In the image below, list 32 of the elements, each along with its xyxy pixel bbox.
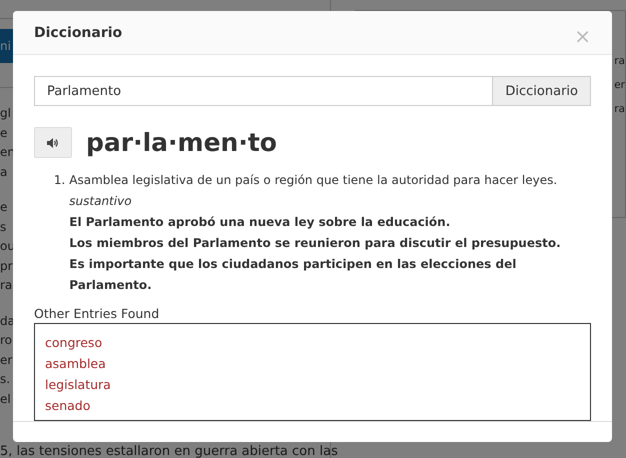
definition-number: 1.	[52, 172, 66, 189]
text-fragment: e	[0, 124, 8, 142]
text-fragment: pr	[0, 258, 13, 274]
entry-link[interactable]: legislatura	[45, 374, 111, 395]
example-sentence: Es importante que los ciudadanos participen en las elecciones del Parlamento.	[69, 256, 518, 294]
text-fragment: ra	[0, 277, 12, 294]
entry-link[interactable]: congreso	[45, 332, 102, 353]
text-fragment: er	[0, 352, 12, 368]
entry-link[interactable]: asamblea	[45, 353, 106, 374]
text-fragment: s	[0, 218, 6, 236]
dictionary-button[interactable]: Diccionario	[492, 76, 591, 106]
paragraph-text: 5, las tensiones estallaron en guerra abierta con las	[0, 445, 338, 458]
text-fragment: ra	[614, 54, 625, 69]
audio-button[interactable]	[34, 127, 72, 158]
headword: par·la·men·to	[86, 128, 277, 157]
text-fragment: er	[614, 78, 625, 93]
text-fragment: ro	[0, 332, 12, 349]
example-sentence: Los miembros del Parlamento se reunieron para discutir el presupuesto.	[69, 235, 562, 252]
entry-link[interactable]: senado	[45, 395, 90, 416]
example-sentence: El Parlamento aprobó una nueva ley sobre la educación.	[69, 214, 452, 231]
part-of-speech: sustantivo	[69, 193, 133, 210]
text-fragment: s.	[0, 371, 10, 388]
search-field[interactable]: Parlamento	[34, 76, 492, 106]
text-fragment: el	[0, 390, 11, 408]
text-fragment: ra	[614, 102, 625, 117]
dialog-title: Diccionario	[34, 24, 122, 40]
text-fragment: e	[0, 199, 8, 216]
definition-text: Asamblea legislativa de un país o región que tiene la autoridad para hacer leyes.	[69, 172, 558, 189]
section-label: Other Entries Found	[34, 306, 160, 321]
speaker-icon	[47, 138, 59, 148]
text-fragment: gl	[0, 105, 11, 122]
text-fragment: a	[0, 164, 8, 180]
